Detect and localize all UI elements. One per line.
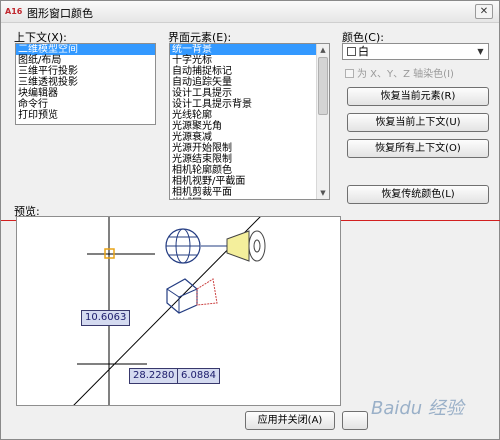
window-title: 图形窗口颜色 xyxy=(27,7,93,20)
color-value: 白 xyxy=(358,45,369,58)
restore-current-element-button[interactable]: 恢复当前元素(R) xyxy=(347,87,489,106)
interface-element-list-item[interactable]: 自动追踪矢量 xyxy=(170,77,329,88)
interface-element-list-item[interactable]: 光源衰减 xyxy=(170,132,329,143)
globe-light-icon xyxy=(165,228,201,264)
dropdown-arrow-icon[interactable]: ▼ xyxy=(474,45,487,58)
coordinate-readout-1: 10.6063 xyxy=(81,310,131,326)
interface-element-list-item[interactable]: 相机视野/平截面 xyxy=(170,176,329,187)
interface-element-list-item[interactable]: 自动捕捉标记 xyxy=(170,66,329,77)
restore-all-contexts-button[interactable]: 恢复所有上下文(O) xyxy=(347,139,489,158)
close-button[interactable]: ✕ xyxy=(475,4,493,19)
interface-element-list-item[interactable]: 设计工具提示背景 xyxy=(170,99,329,110)
context-list-item[interactable]: 二维模型空间 xyxy=(16,44,155,55)
scroll-down-arrow-icon[interactable]: ▼ xyxy=(317,187,329,199)
title-bar: A16 图形窗口颜色 ✕ xyxy=(1,1,499,23)
cancel-button-partial[interactable] xyxy=(342,411,368,430)
context-listbox[interactable]: 二维模型空间 图纸/布局 三维平行投影 三维透视投影 块编辑器 命令行 打印预览 xyxy=(15,43,156,125)
restore-classic-colors-button[interactable]: 恢复传统颜色(L) xyxy=(347,185,489,204)
interface-element-list-item[interactable]: 光源结束限制 xyxy=(170,154,329,165)
interface-element-list-item[interactable]: 相机剪裁平面 xyxy=(170,187,329,198)
interface-element-list-item[interactable]: 相机轮廓颜色 xyxy=(170,165,329,176)
scroll-up-arrow-icon[interactable]: ▲ xyxy=(317,44,329,56)
interface-element-list-item[interactable]: 十字光标 xyxy=(170,55,329,66)
interface-element-list-item[interactable]: 光线轮廓 xyxy=(170,110,329,121)
camera-icon xyxy=(166,278,218,314)
color-swatch xyxy=(347,47,356,56)
tint-axes-checkbox[interactable] xyxy=(345,69,354,78)
coordinate-readout-3: 6.0884 xyxy=(177,368,220,384)
context-list-item[interactable]: 块编辑器 xyxy=(16,88,155,99)
context-list-item[interactable]: 图纸/布局 xyxy=(16,55,155,66)
interface-element-list-item[interactable]: 设计工具提示 xyxy=(170,88,329,99)
color-dropdown[interactable]: 白 ▼ xyxy=(342,43,489,60)
interface-element-list-item[interactable]: 光域网 xyxy=(170,198,329,199)
scroll-thumb[interactable] xyxy=(318,57,328,115)
graphics-window-color-dialog: A16 图形窗口颜色 ✕ 上下文(X): 二维模型空间 图纸/布局 三维平行投影 三维… xyxy=(0,0,500,440)
context-list-item[interactable]: 三维平行投影 xyxy=(16,66,155,77)
context-list-item[interactable]: 三维透视投影 xyxy=(16,77,155,88)
tint-axes-label: 为 X、Y、Z 轴染色(I) xyxy=(357,69,454,80)
interface-element-list-item[interactable]: 光源聚光角 xyxy=(170,121,329,132)
apply-and-close-button[interactable]: 应用并关闭(A) xyxy=(245,411,335,430)
interface-elements-listbox[interactable]: 统一背景 十字光标 自动捕捉标记 自动追踪矢量 设计工具提示 设计工具提示背景 光线轮廓 光源… xyxy=(169,43,330,200)
coordinate-readout-2: 28.2280 xyxy=(129,368,179,384)
interface-element-list-item[interactable]: 统一背景 xyxy=(170,44,329,55)
restore-current-context-button[interactable]: 恢复当前上下文(U) xyxy=(347,113,489,132)
preview-pane: 10.6063 28.2280 6.0884 xyxy=(16,216,341,406)
context-list-item[interactable]: 命令行 xyxy=(16,99,155,110)
context-list-item[interactable]: 打印预览 xyxy=(16,110,155,121)
baidu-watermark: Baidu 经验 xyxy=(371,398,464,419)
interface-element-list-item[interactable]: 光源开始限制 xyxy=(170,143,329,154)
autocad-app-icon: A16 xyxy=(5,7,23,16)
tint-axes-checkbox-row[interactable]: 为 X、Y、Z 轴染色(I) xyxy=(345,65,454,80)
elements-scrollbar[interactable]: ▲ ▼ xyxy=(316,44,329,199)
spotlight-icon xyxy=(201,230,266,262)
